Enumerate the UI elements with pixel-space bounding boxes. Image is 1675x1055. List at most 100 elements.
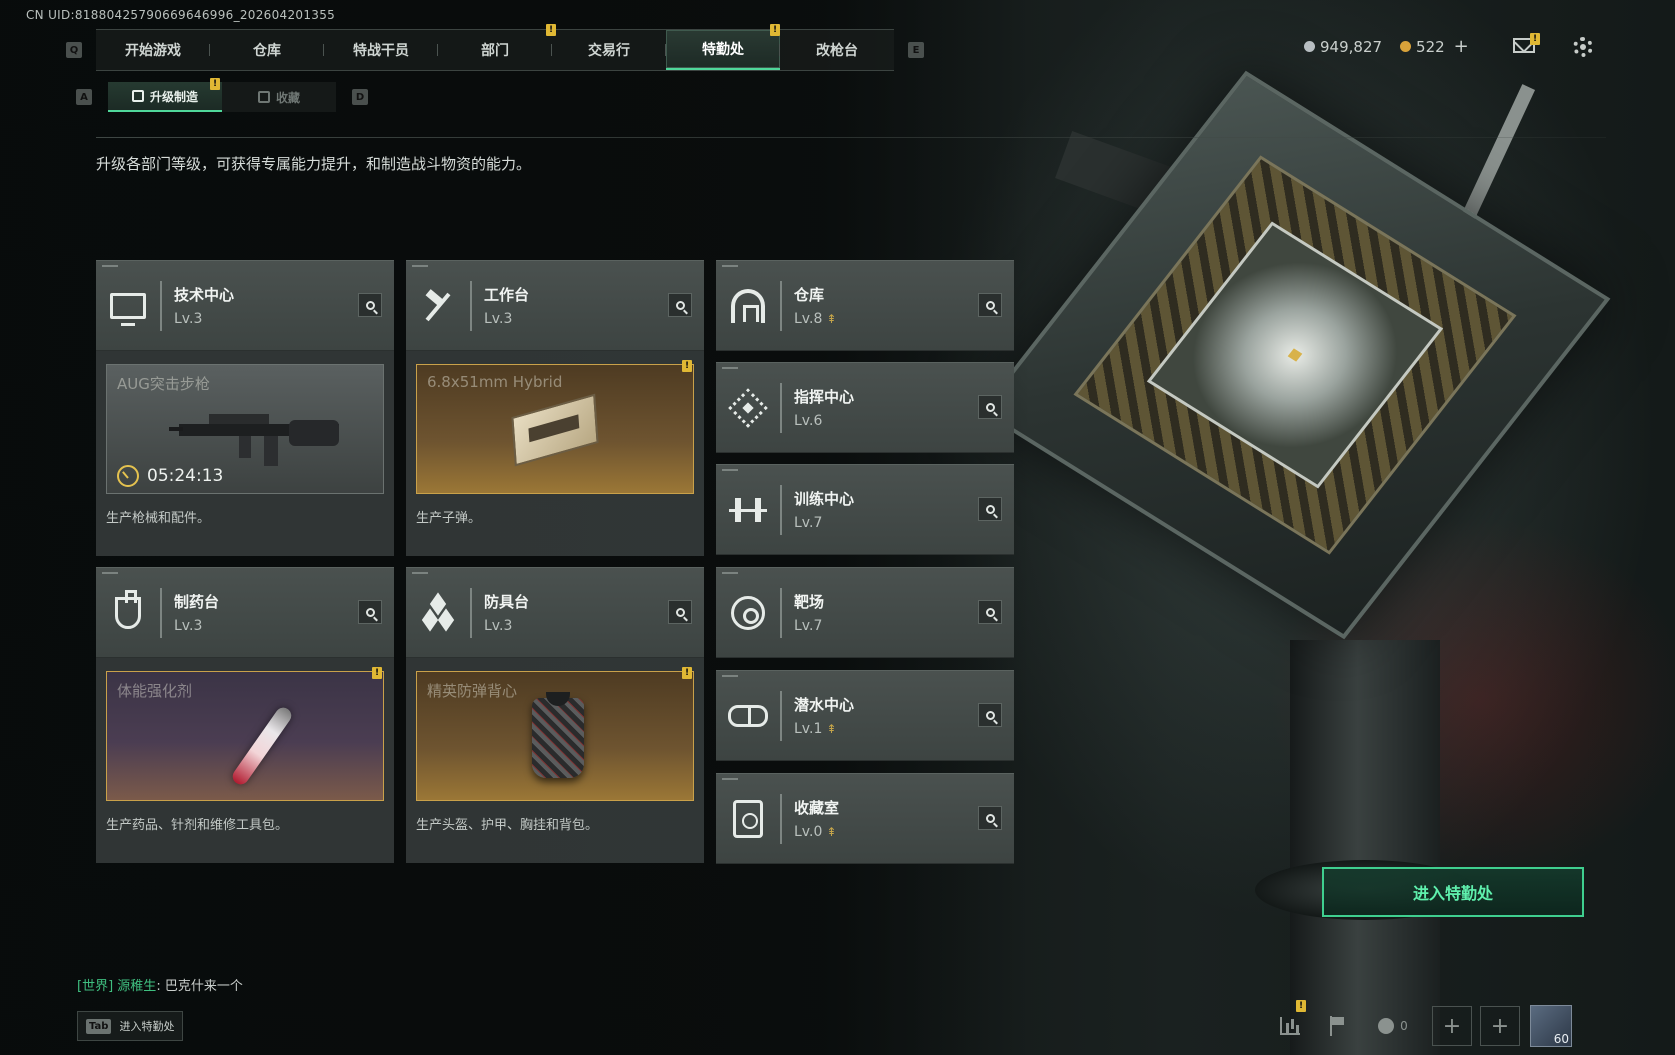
production-slot[interactable]: 体能强化剂 bbox=[106, 671, 384, 801]
sub-tabs: 升级制造 ! 收藏 bbox=[108, 78, 336, 112]
level-text: Lv.8 bbox=[794, 311, 823, 327]
tab-operators[interactable]: 特战干员 bbox=[324, 30, 438, 70]
tab-trading[interactable]: 交易行 bbox=[552, 30, 666, 70]
tab-warehouse[interactable]: 仓库 bbox=[210, 30, 324, 70]
facility-header: 工作台 Lv.3 bbox=[406, 261, 704, 351]
inspect-button[interactable] bbox=[358, 600, 382, 624]
facility-card-pharmacy[interactable]: 制药台 Lv.3 体能强化剂 ! 生产药品、针剂和维修工具包。 bbox=[96, 567, 394, 863]
facility-card-diving-center[interactable]: 潜水中心 Lv.1 ⇞ bbox=[716, 670, 1014, 761]
product-name: 6.8x51mm Hybrid bbox=[427, 373, 563, 391]
upgrade-available-icon: ⇞ bbox=[826, 312, 837, 326]
facility-info: 收藏室 Lv.0 ⇞ bbox=[794, 797, 839, 840]
facility-header: 指挥中心 Lv.6 bbox=[716, 363, 1014, 453]
tab-start-game[interactable]: 开始游戏 bbox=[96, 30, 210, 70]
level-text: Lv.6 bbox=[794, 413, 823, 429]
header-dash bbox=[102, 265, 118, 267]
gear-icon[interactable] bbox=[1573, 37, 1593, 57]
facility-level: Lv.3 bbox=[174, 618, 219, 634]
inspect-button[interactable] bbox=[668, 293, 692, 317]
notification-badge: ! bbox=[682, 360, 692, 372]
tab-hint-label: 进入特勤处 bbox=[119, 1020, 175, 1033]
enter-special-ops-button[interactable]: 进入特勤处 bbox=[1322, 867, 1584, 917]
subtab-label: 升级制造 bbox=[149, 89, 198, 104]
facility-card-training-center[interactable]: 训练中心 Lv.7 bbox=[716, 464, 1014, 555]
ammo-box-image bbox=[511, 393, 599, 467]
upgrade-available-icon: ⇞ bbox=[826, 722, 837, 736]
level-text: Lv.3 bbox=[174, 311, 203, 327]
search-icon bbox=[985, 504, 995, 514]
inspect-button[interactable] bbox=[978, 395, 1002, 419]
top-tabs: 开始游戏 仓库 特战干员 部门 ! 交易行 特勤处 ! 改枪台 bbox=[96, 24, 894, 71]
flag-icon bbox=[1330, 1016, 1346, 1036]
facility-card-command-center[interactable]: 指挥中心 Lv.6 bbox=[716, 362, 1014, 453]
tab-label: 交易行 bbox=[588, 43, 630, 59]
inspect-button[interactable] bbox=[358, 293, 382, 317]
level-text: Lv.1 bbox=[794, 721, 823, 737]
facility-info: 靶场 Lv.7 bbox=[794, 591, 824, 634]
friends-button[interactable]: 0 bbox=[1362, 1004, 1424, 1048]
tab-department[interactable]: 部门 ! bbox=[438, 24, 556, 70]
upgrade-available-icon: ⇞ bbox=[826, 825, 837, 839]
tab-gunsmith[interactable]: 改枪台 bbox=[780, 30, 894, 70]
subtab-label: 收藏 bbox=[275, 90, 300, 105]
top-nav: Q 开始游戏 仓库 特战干员 部门 ! 交易行 特勤处 ! 改枪台 E bbox=[66, 24, 924, 71]
facility-name: 制药台 bbox=[174, 593, 220, 611]
production-slot[interactable]: AUG突击步枪 05:24:13 bbox=[106, 364, 384, 494]
tab-label: 开始游戏 bbox=[125, 43, 181, 59]
case-icon bbox=[257, 91, 270, 103]
facility-card-shooting-range[interactable]: 靶场 Lv.7 bbox=[716, 567, 1014, 658]
target-icon bbox=[716, 595, 780, 630]
clock-icon bbox=[117, 465, 139, 487]
header-dash bbox=[412, 265, 428, 267]
inspect-button[interactable] bbox=[668, 600, 692, 624]
facility-name: 工作台 bbox=[484, 286, 530, 304]
search-icon bbox=[985, 300, 995, 310]
flag-button[interactable] bbox=[1314, 1004, 1362, 1048]
invite-slot-button[interactable]: + bbox=[1480, 1006, 1520, 1046]
bottom-bar: ! 0 + + 60 bbox=[1266, 1000, 1572, 1048]
subnav-key-right: D bbox=[352, 89, 368, 105]
avatar[interactable]: 60 bbox=[1530, 1005, 1572, 1047]
tab-hint-button[interactable]: Tab 进入特勤处 bbox=[77, 1011, 183, 1041]
facility-card-armor[interactable]: 防具台 Lv.3 精英防弹背心 ! 生产头盔、护甲、胸挂和背包。 bbox=[406, 567, 704, 863]
header-separator bbox=[160, 587, 162, 638]
facility-header: 制药台 Lv.3 bbox=[96, 568, 394, 658]
tab-label: 特战干员 bbox=[353, 43, 409, 59]
facility-card-tech-center[interactable]: 技术中心 Lv.3 AUG突击步枪 05:24:13 生产枪械和配件。 bbox=[96, 260, 394, 556]
inspect-button[interactable] bbox=[978, 497, 1002, 521]
display-case-icon bbox=[716, 799, 780, 838]
avatar-level: 60 bbox=[1553, 1032, 1569, 1046]
inspect-button[interactable] bbox=[978, 703, 1002, 727]
page-description: 升级各部门等级，可获得专属能力提升，和制造战斗物资的能力。 bbox=[96, 155, 532, 173]
facility-card-warehouse[interactable]: 仓库 Lv.8 ⇞ bbox=[716, 260, 1014, 351]
tab-key: Tab bbox=[86, 1018, 112, 1034]
facility-info: 工作台 Lv.3 bbox=[484, 284, 529, 327]
inspect-button[interactable] bbox=[978, 806, 1002, 830]
scene-pillar bbox=[1290, 640, 1440, 1055]
level-text: Lv.3 bbox=[484, 618, 513, 634]
chat-channel: [世界] bbox=[77, 979, 114, 994]
gold-currency: 522 + bbox=[1400, 36, 1469, 57]
facility-header: 防具台 Lv.3 bbox=[406, 568, 704, 658]
facility-info: 仓库 Lv.8 ⇞ bbox=[794, 284, 836, 327]
tab-label: 改枪台 bbox=[816, 43, 858, 59]
invite-slot-button[interactable]: + bbox=[1432, 1006, 1472, 1046]
notification-badge: ! bbox=[770, 24, 780, 36]
inspect-button[interactable] bbox=[978, 293, 1002, 317]
add-currency-button[interactable]: + bbox=[1454, 36, 1469, 57]
tab-special-ops[interactable]: 特勤处 ! bbox=[666, 24, 780, 70]
production-slot[interactable]: 6.8x51mm Hybrid bbox=[416, 364, 694, 494]
header-dash bbox=[102, 572, 118, 574]
level-text: Lv.7 bbox=[794, 515, 823, 531]
production-slot[interactable]: 精英防弹背心 bbox=[416, 671, 694, 801]
stats-button[interactable]: ! bbox=[1266, 1000, 1314, 1048]
tab-upgrade-manufacture[interactable]: 升级制造 ! bbox=[108, 78, 222, 112]
facility-card-workbench[interactable]: 工作台 Lv.3 6.8x51mm Hybrid ! 生产子弹。 bbox=[406, 260, 704, 556]
scene-cube-dot bbox=[1287, 348, 1303, 362]
inspect-button[interactable] bbox=[978, 600, 1002, 624]
tab-collection[interactable]: 收藏 bbox=[222, 82, 336, 112]
facility-card-collection-room[interactable]: 收藏室 Lv.0 ⇞ bbox=[716, 773, 1014, 864]
chat-line[interactable]: [世界] 源稚生: 巴克什来一个 bbox=[77, 975, 243, 994]
facility-header: 靶场 Lv.7 bbox=[716, 568, 1014, 658]
timer-text: 05:24:13 bbox=[147, 466, 224, 486]
